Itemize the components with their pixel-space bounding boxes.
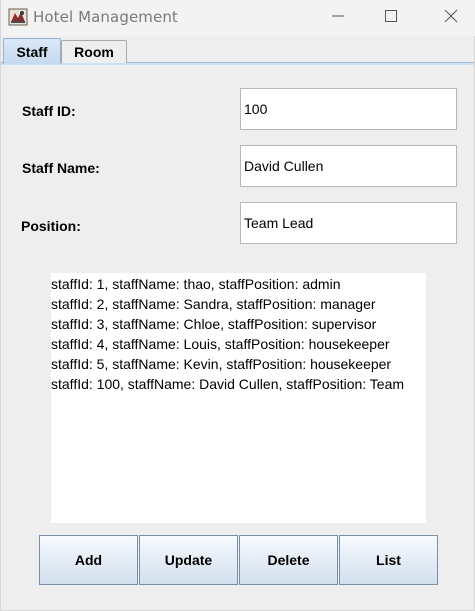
maximize-button[interactable] bbox=[368, 0, 414, 36]
minimize-icon bbox=[332, 9, 344, 27]
staff-name-field[interactable] bbox=[240, 145, 457, 187]
staff-list: staffId: 1, staffName: thao, staffPositi… bbox=[51, 274, 404, 394]
list-button[interactable]: List bbox=[339, 535, 438, 585]
position-label: Position: bbox=[21, 218, 81, 234]
hotel-app-icon bbox=[8, 7, 28, 27]
staff-id-field[interactable] bbox=[240, 88, 457, 130]
minimize-button[interactable] bbox=[315, 0, 361, 36]
list-item: staffId: 4, staffName: Louis, staffPosit… bbox=[51, 336, 390, 352]
list-item: staffId: 5, staffName: Kevin, staffPosit… bbox=[51, 356, 392, 372]
close-button[interactable] bbox=[428, 0, 474, 36]
staff-name-label: Staff Name: bbox=[22, 160, 100, 176]
list-item: staffId: 3, staffName: Chloe, staffPosit… bbox=[51, 316, 377, 332]
position-field[interactable] bbox=[240, 202, 457, 244]
delete-button[interactable]: Delete bbox=[239, 535, 338, 585]
add-button[interactable]: Add bbox=[39, 535, 138, 585]
update-button[interactable]: Update bbox=[139, 535, 238, 585]
close-icon bbox=[444, 9, 458, 28]
maximize-icon bbox=[385, 9, 397, 27]
tab-room[interactable]: Room bbox=[61, 40, 127, 63]
staff-id-label: Staff ID: bbox=[22, 103, 76, 119]
list-item: staffId: 2, staffName: Sandra, staffPosi… bbox=[51, 296, 376, 312]
list-item: staffId: 100, staffName: David Cullen, s… bbox=[51, 376, 405, 392]
window-title: Hotel Management bbox=[33, 8, 178, 26]
staff-list-area[interactable]: staffId: 1, staffName: thao, staffPositi… bbox=[51, 273, 426, 523]
app-window: Hotel Management Staff Room Staff ID: St… bbox=[0, 0, 475, 611]
title-bar[interactable]: Hotel Management bbox=[1, 0, 475, 36]
tab-staff[interactable]: Staff bbox=[3, 38, 61, 64]
list-item: staffId: 1, staffName: thao, staffPositi… bbox=[51, 276, 341, 292]
